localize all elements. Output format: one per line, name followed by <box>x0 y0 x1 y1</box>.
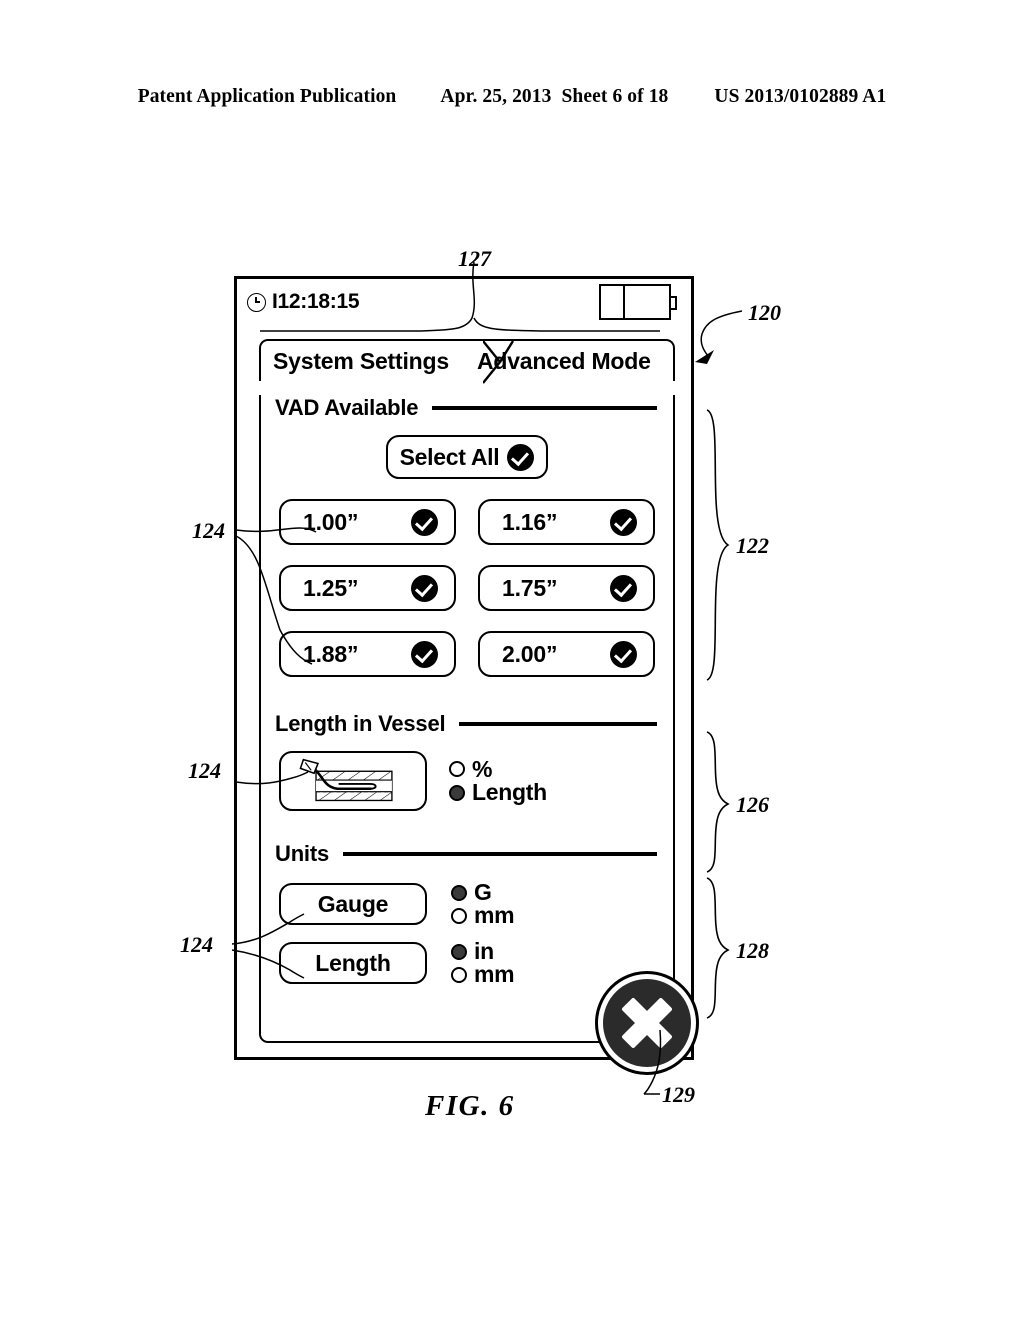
vad-options-grid: 1.00” 1.16” 1.25” 1.75” 1.88” 2.00” <box>275 499 659 677</box>
close-button[interactable] <box>595 971 699 1075</box>
ref-124-units: 124 <box>180 932 213 957</box>
section-title-length-in-vessel: Length in Vessel <box>275 711 446 736</box>
vessel-catheter-icon <box>299 758 393 802</box>
radio-label: mm <box>474 961 515 988</box>
radio-label: % <box>472 755 493 782</box>
ref-127: 127 <box>458 246 491 271</box>
tab-advanced-mode[interactable]: Advanced Mode <box>449 348 651 375</box>
length-button-label: Length <box>315 949 391 976</box>
units-row-length: Length in mm <box>279 937 659 988</box>
radio-icon-selected <box>451 943 467 960</box>
bracket-128 <box>706 877 730 1019</box>
section-title-units: Units <box>275 841 330 866</box>
device-frame: I12:18:15 System Settings Advanced Mode … <box>234 276 699 1075</box>
ref-128: 128 <box>736 938 769 963</box>
ref-124-vessel: 124 <box>188 758 221 783</box>
length-radio-group: in mm <box>451 937 515 988</box>
ref-126: 126 <box>736 792 769 817</box>
vad-option-button[interactable]: 1.25” <box>279 565 456 611</box>
select-all-button[interactable]: Select All <box>386 435 548 479</box>
radio-option[interactable]: G <box>451 879 514 905</box>
radio-label: G <box>474 879 492 905</box>
check-badge-icon <box>610 574 637 602</box>
publication-header: Patent Application Publication Apr. 25, … <box>0 86 1024 108</box>
units-rows: Gauge G mm Length in mm <box>275 879 659 988</box>
ref-124-vad: 124 <box>192 518 225 543</box>
sheet-number: Sheet 6 of 18 <box>561 86 669 107</box>
section-rule <box>459 722 657 726</box>
vad-option-button[interactable]: 2.00” <box>478 631 655 677</box>
vad-option-button[interactable]: 1.88” <box>279 631 456 677</box>
vad-option-label: 1.75” <box>502 574 558 601</box>
radio-option[interactable]: in <box>451 937 514 964</box>
radio-label: mm <box>474 902 515 929</box>
gauge-button-label: Gauge <box>317 890 389 917</box>
check-badge-icon <box>411 574 438 602</box>
bracket-126 <box>706 731 730 873</box>
bracket-122 <box>706 409 730 681</box>
radio-icon <box>451 967 467 984</box>
leader-120 <box>700 310 743 357</box>
vad-option-label: 1.88” <box>303 640 359 667</box>
vad-option-button[interactable]: 1.75” <box>478 565 655 611</box>
publication-date: Apr. 25, 2013 <box>440 86 552 107</box>
radio-label: in <box>474 937 494 964</box>
check-badge-icon <box>610 508 637 536</box>
length-in-vessel-radio-group: % Length <box>449 755 547 805</box>
section-title-vad: VAD Available <box>275 395 419 420</box>
close-x-icon <box>603 979 691 1067</box>
radio-icon-selected <box>449 784 465 801</box>
patent-number: US 2013/0102889 A1 <box>714 86 887 107</box>
units-row-gauge: Gauge G mm <box>279 879 659 929</box>
vad-option-label: 1.25” <box>303 574 359 601</box>
section-rule <box>343 852 657 856</box>
panel-body: VAD Available Select All 1.00” 1.16” 1.2… <box>259 395 699 1075</box>
check-badge-icon <box>610 640 637 668</box>
ref-129: 129 <box>662 1082 695 1107</box>
radio-icon <box>449 761 465 778</box>
gauge-radio-group: G mm <box>451 879 515 929</box>
radio-icon-selected <box>451 884 467 901</box>
battery-segment <box>623 286 625 318</box>
select-all-label: Select All <box>399 443 500 470</box>
section-header-vad: VAD Available <box>275 395 659 421</box>
status-bar: I12:18:15 <box>237 279 691 325</box>
length-button[interactable]: Length <box>279 942 427 985</box>
vad-option-button[interactable]: 1.16” <box>478 499 655 545</box>
radio-icon <box>451 908 467 925</box>
length-in-vessel-row: % Length <box>275 751 659 811</box>
leader-120-arrow <box>695 350 714 364</box>
figure-caption: FIG. 6 <box>425 1090 515 1122</box>
gauge-button[interactable]: Gauge <box>279 883 427 926</box>
battery-icon <box>599 284 677 320</box>
section-header-units: Units <box>275 841 659 867</box>
vad-option-label: 2.00” <box>502 640 558 667</box>
radio-option[interactable]: % <box>449 755 547 782</box>
vad-option-label: 1.16” <box>502 508 558 535</box>
tab-bar: System Settings Advanced Mode <box>259 339 675 384</box>
clock-icon <box>247 292 266 312</box>
check-badge-icon <box>411 640 438 668</box>
vessel-preview-button[interactable] <box>279 751 427 811</box>
ref-122: 122 <box>736 533 769 558</box>
section-rule <box>432 406 657 410</box>
screen-panel: System Settings Advanced Mode VAD Availa… <box>259 339 699 1075</box>
section-header-length-in-vessel: Length in Vessel <box>275 711 659 737</box>
check-badge-icon <box>411 508 438 536</box>
tab-system-settings[interactable]: System Settings <box>261 348 449 375</box>
radio-option[interactable]: mm <box>451 902 515 929</box>
ref-120: 120 <box>748 300 781 325</box>
vad-option-label: 1.00” <box>303 508 359 535</box>
status-time: I12:18:15 <box>272 290 360 313</box>
radio-label: Length <box>472 779 547 805</box>
radio-option[interactable]: Length <box>449 779 547 805</box>
vad-option-button[interactable]: 1.00” <box>279 499 456 545</box>
publication-title: Patent Application Publication <box>137 86 397 107</box>
check-badge-icon <box>507 443 535 471</box>
radio-option[interactable]: mm <box>451 961 515 988</box>
